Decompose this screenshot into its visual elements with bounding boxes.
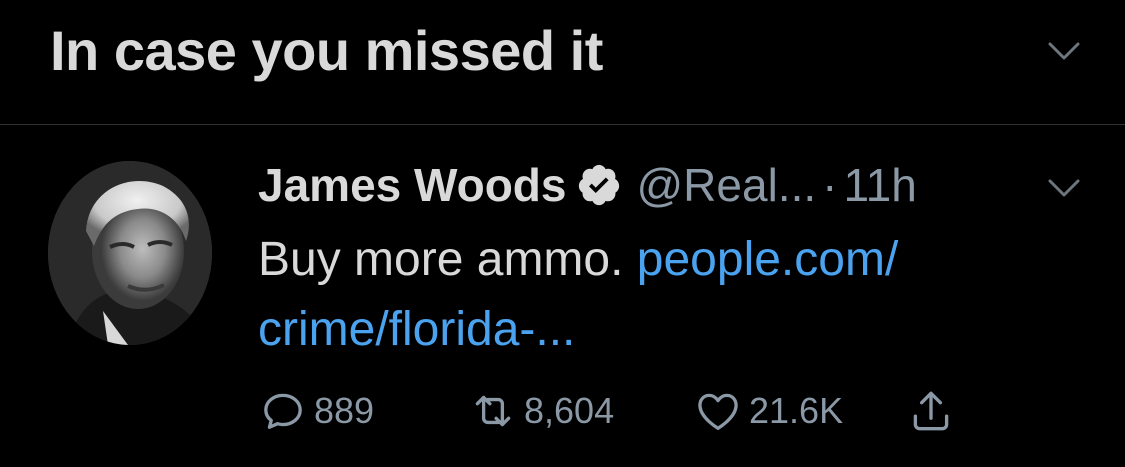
like-button[interactable]: 21.6K	[693, 385, 843, 437]
tweet-text-content: Buy more ammo.	[258, 233, 637, 286]
tweet-link-line2[interactable]: crime/florida-...	[258, 303, 575, 356]
section-header: In case you missed it	[0, 0, 1125, 125]
author-name[interactable]: James Woods	[258, 158, 566, 212]
tweet-header: James Woods @Real... · 11h	[258, 155, 917, 215]
section-title: In case you missed it	[50, 19, 603, 82]
verified-badge-icon	[579, 164, 620, 206]
tweet-menu-chevron-down-icon[interactable]	[1044, 173, 1084, 201]
like-count: 21.6K	[749, 390, 844, 431]
reply-count: 889	[314, 390, 375, 431]
share-icon	[913, 391, 949, 431]
author-handle[interactable]: @Real...	[636, 158, 816, 212]
reply-button[interactable]: 889	[258, 385, 374, 437]
tweet[interactable]: James Woods @Real... · 11h Buy more ammo…	[0, 125, 1125, 467]
retweet-count: 8,604	[524, 390, 615, 431]
tweet-actions: 889 8,604 21.6K	[258, 385, 978, 437]
timestamp[interactable]: 11h	[843, 158, 916, 212]
chevron-down-icon[interactable]	[1044, 36, 1084, 64]
share-button[interactable]	[906, 385, 962, 437]
heart-icon	[698, 393, 738, 430]
separator-dot: ·	[822, 159, 838, 211]
tweet-text: Buy more ammo. people.com/crime/florida-…	[258, 225, 1078, 365]
avatar[interactable]	[48, 161, 212, 345]
avatar-portrait-image	[48, 161, 212, 345]
reply-icon	[264, 393, 302, 429]
retweet-button[interactable]: 8,604	[468, 385, 614, 437]
tweet-link-line1[interactable]: people.com/	[637, 233, 899, 286]
retweet-icon	[475, 395, 511, 427]
